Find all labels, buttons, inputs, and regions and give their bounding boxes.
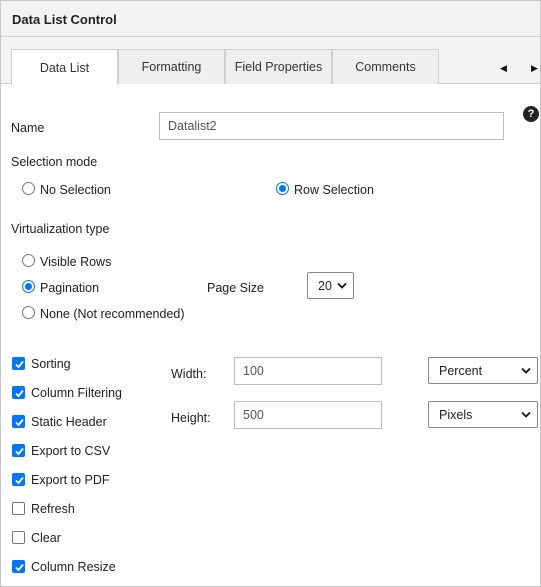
clear-checkbox[interactable] bbox=[12, 531, 25, 544]
virtualization-type-label: Virtualization type bbox=[11, 222, 110, 236]
width-unit-value: Percent bbox=[439, 363, 483, 378]
column-resize-label[interactable]: Column Resize bbox=[31, 560, 116, 574]
height-unit-value: Pixels bbox=[439, 407, 473, 422]
column-resize-checkbox[interactable] bbox=[12, 560, 25, 573]
name-input[interactable]: Datalist2 bbox=[159, 112, 504, 140]
page-size-label: Page Size bbox=[207, 281, 264, 295]
height-input-value: 500 bbox=[243, 408, 264, 422]
none-label[interactable]: None (Not recommended) bbox=[40, 307, 185, 321]
chevron-left-icon[interactable]: ◀ bbox=[500, 63, 507, 74]
refresh-label[interactable]: Refresh bbox=[31, 502, 75, 516]
static-header-checkbox[interactable] bbox=[12, 415, 25, 428]
export-pdf-checkbox[interactable] bbox=[12, 473, 25, 486]
clear-label[interactable]: Clear bbox=[31, 531, 61, 545]
none-radio[interactable] bbox=[22, 306, 35, 319]
tab-label: Data List bbox=[39, 60, 90, 75]
sorting-label[interactable]: Sorting bbox=[31, 357, 71, 371]
tab-field-properties[interactable]: Field Properties bbox=[225, 49, 332, 84]
chevron-down-icon bbox=[521, 367, 531, 374]
chevron-down-icon bbox=[521, 411, 531, 418]
selection-mode-label: Selection mode bbox=[11, 155, 98, 169]
checkmark-icon bbox=[15, 476, 24, 485]
tab-strip: Data List Formatting Field Properties Co… bbox=[1, 37, 540, 85]
checkmark-icon bbox=[15, 418, 24, 427]
no-selection-radio[interactable] bbox=[22, 182, 35, 195]
checkmark-icon bbox=[15, 563, 24, 572]
page-size-value: 20 bbox=[318, 278, 332, 293]
visible-rows-radio[interactable] bbox=[22, 254, 35, 267]
tab-formatting[interactable]: Formatting bbox=[118, 49, 225, 84]
no-selection-label[interactable]: No Selection bbox=[40, 183, 111, 197]
help-icon[interactable]: ? bbox=[523, 106, 539, 122]
title-bar: Data List Control bbox=[1, 1, 540, 37]
sorting-checkbox[interactable] bbox=[12, 357, 25, 370]
refresh-checkbox[interactable] bbox=[12, 502, 25, 515]
panel-title: Data List Control bbox=[12, 12, 117, 27]
width-input-value: 100 bbox=[243, 364, 264, 378]
height-unit-select[interactable]: Pixels bbox=[428, 401, 538, 428]
column-filtering-checkbox[interactable] bbox=[12, 386, 25, 399]
width-unit-select[interactable]: Percent bbox=[428, 357, 538, 384]
column-filtering-label[interactable]: Column Filtering bbox=[31, 386, 122, 400]
export-csv-label[interactable]: Export to CSV bbox=[31, 444, 110, 458]
export-pdf-label[interactable]: Export to PDF bbox=[31, 473, 110, 487]
chevron-down-icon bbox=[337, 282, 347, 289]
page-size-select[interactable]: 20 bbox=[307, 272, 354, 299]
pagination-label[interactable]: Pagination bbox=[40, 281, 99, 295]
width-label: Width: bbox=[171, 367, 207, 381]
height-input[interactable]: 500 bbox=[234, 401, 382, 429]
name-input-value: Datalist2 bbox=[168, 119, 217, 133]
tab-label: Field Properties bbox=[234, 60, 323, 74]
checkmark-icon bbox=[15, 447, 24, 456]
visible-rows-label[interactable]: Visible Rows bbox=[40, 255, 111, 269]
height-label: Height: bbox=[171, 411, 211, 425]
pagination-radio[interactable] bbox=[22, 280, 35, 293]
tab-data-list[interactable]: Data List bbox=[11, 49, 118, 85]
row-selection-label[interactable]: Row Selection bbox=[294, 183, 374, 197]
row-selection-radio[interactable] bbox=[276, 182, 289, 195]
checkmark-icon bbox=[15, 360, 24, 369]
tab-comments[interactable]: Comments bbox=[332, 49, 439, 84]
static-header-label[interactable]: Static Header bbox=[31, 415, 107, 429]
chevron-right-icon[interactable]: ▶ bbox=[531, 63, 538, 74]
name-label: Name bbox=[11, 121, 45, 135]
data-list-control-panel: Data List Control Data List Formatting F… bbox=[0, 0, 541, 587]
checkmark-icon bbox=[15, 389, 24, 398]
tab-label: Formatting bbox=[141, 60, 202, 74]
export-csv-checkbox[interactable] bbox=[12, 444, 25, 457]
tab-label: Comments bbox=[355, 60, 416, 74]
width-input[interactable]: 100 bbox=[234, 357, 382, 385]
